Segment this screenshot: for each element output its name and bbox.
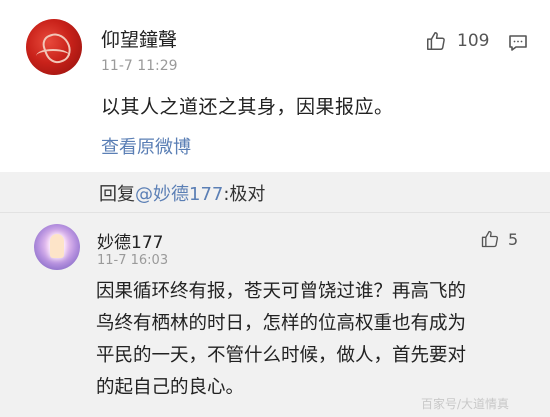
comment-text: 因果循环终有报，苍天可曾饶过谁？再高飞的 鸟终有栖林的时日，怎样的位高权重也有成… (96, 276, 516, 404)
username[interactable]: 仰望鐘聲 (101, 25, 177, 52)
avatar-figure (50, 234, 64, 258)
like-count: 5 (508, 229, 519, 249)
avatar[interactable] (34, 224, 80, 270)
like-button[interactable]: 109 (425, 30, 489, 52)
comment-text-line: 因果循环终有报，苍天可曾饶过谁？再高飞的 (96, 281, 467, 302)
comment-text: 以其人之道还之其身，因果报应。 (101, 96, 394, 118)
comment-text-line: 鸟终有栖林的时日，怎样的位高权重也有成为 (96, 313, 467, 334)
like-count: 109 (457, 31, 490, 51)
thumbs-up-icon (427, 32, 445, 50)
avatar[interactable] (26, 19, 82, 75)
watermark: 百家号/大道情真 (421, 397, 510, 411)
reply-line: 回复@妙德177:极对 (99, 180, 265, 206)
comment-card-top: 仰望鐘聲 11-7 11:29 109 以其人之道还之其身，因果报应。 查看原微… (0, 0, 550, 172)
view-original-link[interactable]: 查看原微博 (101, 133, 191, 159)
avatar-mark-stroke (36, 49, 70, 63)
comment-text-line: 平民的一天，不管什么时候，做人，首先要对 (96, 345, 467, 366)
mention-link[interactable]: @妙德177 (135, 184, 223, 205)
thumbs-up-icon (481, 230, 499, 248)
timestamp: 11-7 16:03 (97, 253, 169, 268)
reply-text: :极对 (223, 184, 266, 205)
timestamp: 11-7 11:29 (101, 58, 178, 74)
reply-prefix: 回复 (99, 184, 135, 205)
like-button[interactable]: 5 (480, 229, 518, 249)
comment-icon[interactable] (508, 34, 528, 52)
divider (0, 212, 550, 213)
username[interactable]: 妙德177 (97, 228, 163, 253)
